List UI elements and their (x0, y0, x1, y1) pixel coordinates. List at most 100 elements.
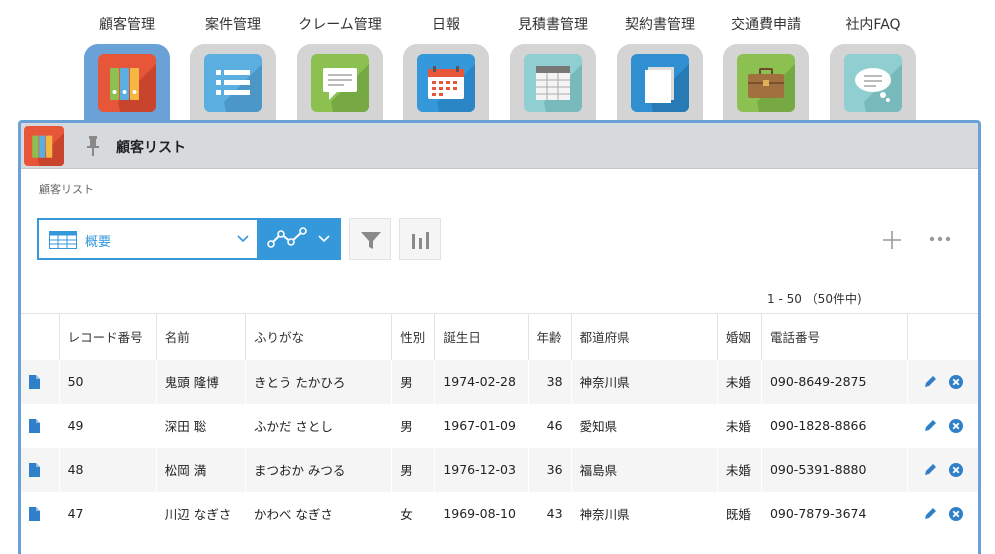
app-tab-label: 日報 (432, 17, 460, 33)
binders-icon (98, 54, 156, 112)
cell-age: 36 (528, 447, 572, 492)
document-icon[interactable] (29, 463, 40, 478)
cell-marital: 既婚 (717, 491, 762, 536)
cell-age: 38 (528, 359, 572, 404)
app-tab-label: クレーム管理 (298, 17, 382, 33)
cell-marital: 未婚 (717, 447, 762, 492)
header-kana[interactable]: ふりがな (245, 313, 393, 360)
app-tile[interactable] (723, 44, 809, 124)
header-phone[interactable]: 電話番号 (761, 313, 909, 360)
cell-sex: 男 (391, 447, 436, 492)
app-tab-internal-faq[interactable]: 社内FAQ (830, 14, 916, 124)
cell-sex: 男 (391, 359, 436, 404)
header-record-number[interactable]: レコード番号 (59, 313, 157, 360)
graph-menu-button[interactable] (259, 218, 341, 260)
pin-icon[interactable] (85, 135, 101, 157)
record-count: 1 - 50 （50件中) (767, 292, 862, 306)
app-tab-quotes[interactable]: 見積書管理 (510, 14, 596, 124)
page-title: 顧客リスト (116, 140, 186, 156)
cell-record-number: 47 (59, 491, 157, 536)
app-tile[interactable] (297, 44, 383, 124)
edit-pencil-icon[interactable] (922, 462, 938, 478)
cell-name: 川辺 なぎさ (156, 491, 246, 536)
row-detail-cell[interactable] (21, 403, 60, 448)
header-name[interactable]: 名前 (156, 313, 246, 360)
cell-marital: 未婚 (717, 359, 762, 404)
cell-record-number: 50 (59, 359, 157, 404)
cell-birthday: 1969-08-10 (434, 491, 529, 536)
view-select-label: 概要 (85, 235, 112, 250)
cell-kana: ふかだ さとし (245, 403, 393, 448)
delete-icon[interactable] (948, 462, 964, 478)
cell-kana: かわべ なぎさ (245, 491, 393, 536)
view-select[interactable]: 概要 (37, 218, 259, 260)
app-tile[interactable] (510, 44, 596, 124)
app-tab-label: 交通費申請 (731, 17, 801, 33)
delete-icon[interactable] (948, 374, 964, 390)
cell-prefecture: 愛知県 (571, 403, 718, 448)
customer-list-window: 顧客リスト 顧客リスト 概要 1 - 50 （50件中) レコード番号 名前 ふ… (18, 120, 981, 554)
header-sex[interactable]: 性別 (391, 313, 436, 360)
edit-pencil-icon[interactable] (922, 374, 938, 390)
app-tile[interactable] (830, 44, 916, 124)
cell-kana: まつおか みつる (245, 447, 393, 492)
row-actions (907, 491, 978, 536)
app-tile[interactable] (190, 44, 276, 124)
table-row[interactable]: 49 深田 聡 ふかだ さとし 男 1967-01-09 46 愛知県 未婚 0… (21, 403, 978, 448)
cell-name: 鬼頭 隆博 (156, 359, 246, 404)
breadcrumb[interactable]: 顧客リスト (39, 181, 94, 197)
cell-prefecture: 福島県 (571, 447, 718, 492)
thought-bubble-icon (844, 54, 902, 112)
header-marital[interactable]: 婚姻 (717, 313, 762, 360)
filter-button[interactable] (349, 218, 391, 260)
window-header: 顧客リスト (21, 123, 978, 169)
list-icon (204, 54, 262, 112)
app-tab-customer[interactable]: 顧客管理 (84, 14, 170, 124)
app-tile[interactable] (84, 44, 170, 124)
app-tile[interactable] (617, 44, 703, 124)
row-detail-cell[interactable] (21, 359, 60, 404)
app-tab-claims[interactable]: クレーム管理 (297, 14, 383, 124)
app-tab-label: 見積書管理 (518, 17, 588, 33)
app-tab-strip: 顧客管理 案件管理 クレーム管理 日報 見積書管理 契約書管理 交通費申請 社内… (0, 0, 995, 124)
app-tile[interactable] (403, 44, 489, 124)
cell-name: 深田 聡 (156, 403, 246, 448)
table-row[interactable]: 48 松岡 満 まつおか みつる 男 1976-12-03 36 福島県 未婚 … (21, 447, 978, 492)
table-row[interactable]: 47 川辺 なぎさ かわべ なぎさ 女 1969-08-10 43 神奈川県 既… (21, 491, 978, 536)
row-actions (907, 359, 978, 404)
cell-sex: 男 (391, 403, 436, 448)
documents-icon (631, 54, 689, 112)
row-actions (907, 403, 978, 448)
delete-icon[interactable] (948, 506, 964, 522)
binders-icon[interactable] (24, 126, 64, 166)
table-row[interactable]: 50 鬼頭 隆博 きとう たかひろ 男 1974-02-28 38 神奈川県 未… (21, 359, 978, 404)
more-options-icon[interactable] (928, 235, 952, 243)
header-prefecture[interactable]: 都道府県 (571, 313, 718, 360)
app-tab-travel-expense[interactable]: 交通費申請 (723, 14, 809, 124)
row-detail-cell[interactable] (21, 447, 60, 492)
header-birthday[interactable]: 誕生日 (434, 313, 529, 360)
row-detail-cell[interactable] (21, 491, 60, 536)
header-age[interactable]: 年齢 (528, 313, 572, 360)
cell-phone: 090-1828-8866 (761, 403, 909, 448)
add-record-button[interactable] (881, 229, 903, 251)
app-tab-projects[interactable]: 案件管理 (190, 14, 276, 124)
header-icon-col (21, 313, 60, 360)
row-actions (907, 447, 978, 492)
document-icon[interactable] (29, 419, 40, 434)
app-tab-contracts[interactable]: 契約書管理 (617, 14, 703, 124)
cell-age: 43 (528, 491, 572, 536)
table-header-row: レコード番号 名前 ふりがな 性別 誕生日 年齢 都道府県 婚姻 電話番号 (21, 313, 978, 360)
delete-icon[interactable] (948, 418, 964, 434)
app-tab-label: 案件管理 (205, 17, 261, 33)
app-tab-daily-report[interactable]: 日報 (403, 14, 489, 124)
cell-record-number: 48 (59, 447, 157, 492)
chart-button[interactable] (399, 218, 441, 260)
edit-pencil-icon[interactable] (922, 506, 938, 522)
app-tab-label: 契約書管理 (625, 17, 695, 33)
cell-prefecture: 神奈川県 (571, 491, 718, 536)
edit-pencil-icon[interactable] (922, 418, 938, 434)
document-icon[interactable] (29, 375, 40, 390)
cell-kana: きとう たかひろ (245, 359, 393, 404)
document-icon[interactable] (29, 507, 40, 522)
